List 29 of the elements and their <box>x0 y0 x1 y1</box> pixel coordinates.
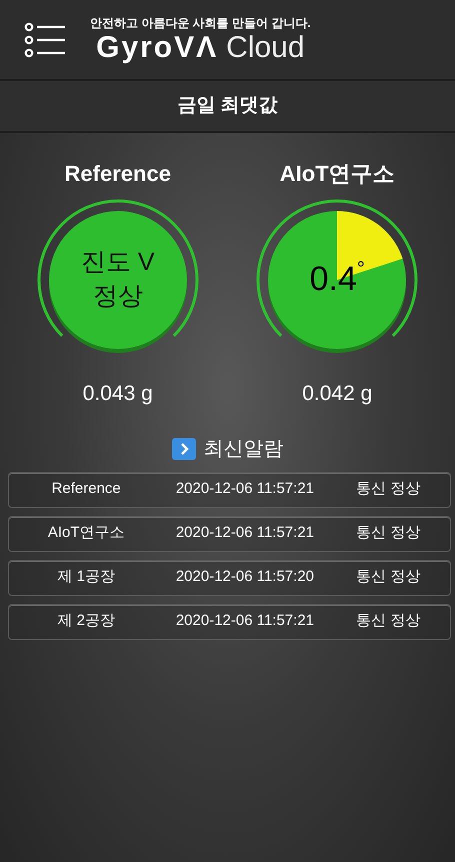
time-text: 2020-12-06 11:57:21 <box>174 479 315 500</box>
time-text: 2020-12-06 11:57:20 <box>174 567 315 588</box>
alarm-row[interactable]: AIoT연구소 2020-12-06 11:57:21 통신 정상 <box>8 516 451 552</box>
site-text: AIoT연구소 <box>46 523 126 544</box>
gauge-reading: 0.042 g <box>302 381 372 407</box>
logo-text: Cloud <box>226 32 305 62</box>
alarm-row[interactable]: Reference 2020-12-06 11:57:21 통신 정상 <box>8 472 451 508</box>
gauge-status: 진도 V 정상 <box>80 247 155 312</box>
site-text: 제 1공장 <box>56 567 116 588</box>
menu-icon[interactable] <box>24 22 66 58</box>
status-text: 통신 정상 <box>355 479 422 500</box>
section-title: 금일 최댓값 <box>177 94 278 118</box>
alarm-title: 최신알람 <box>204 436 284 462</box>
time-text: 2020-12-06 11:57:21 <box>174 611 315 632</box>
site-text: Reference <box>50 479 122 500</box>
gauge-title: Reference <box>64 160 171 188</box>
gauge-reading: 0.043 g <box>82 381 153 407</box>
alarm-row[interactable]: 제 2공장 2020-12-06 11:57:21 통신 정상 <box>8 604 451 640</box>
gauge-value: 0.4° <box>310 257 365 300</box>
status-text: 통신 정상 <box>355 567 422 588</box>
gauge-title: AIoT연구소 <box>280 160 395 188</box>
site-text: 제 2공장 <box>56 611 116 632</box>
status-text: 통신 정상 <box>355 611 422 632</box>
time-text: 2020-12-06 11:57:21 <box>174 523 315 544</box>
status-text: 통신 정상 <box>355 523 422 544</box>
chevron-icon[interactable] <box>172 438 196 460</box>
alarm-row[interactable]: 제 1공장 2020-12-06 11:57:20 통신 정상 <box>8 560 451 596</box>
slogan-text: 안전하고 아름다운 사회를 만들어 갑니다. <box>90 16 311 28</box>
logo-text: GyroVΛ <box>96 32 218 62</box>
